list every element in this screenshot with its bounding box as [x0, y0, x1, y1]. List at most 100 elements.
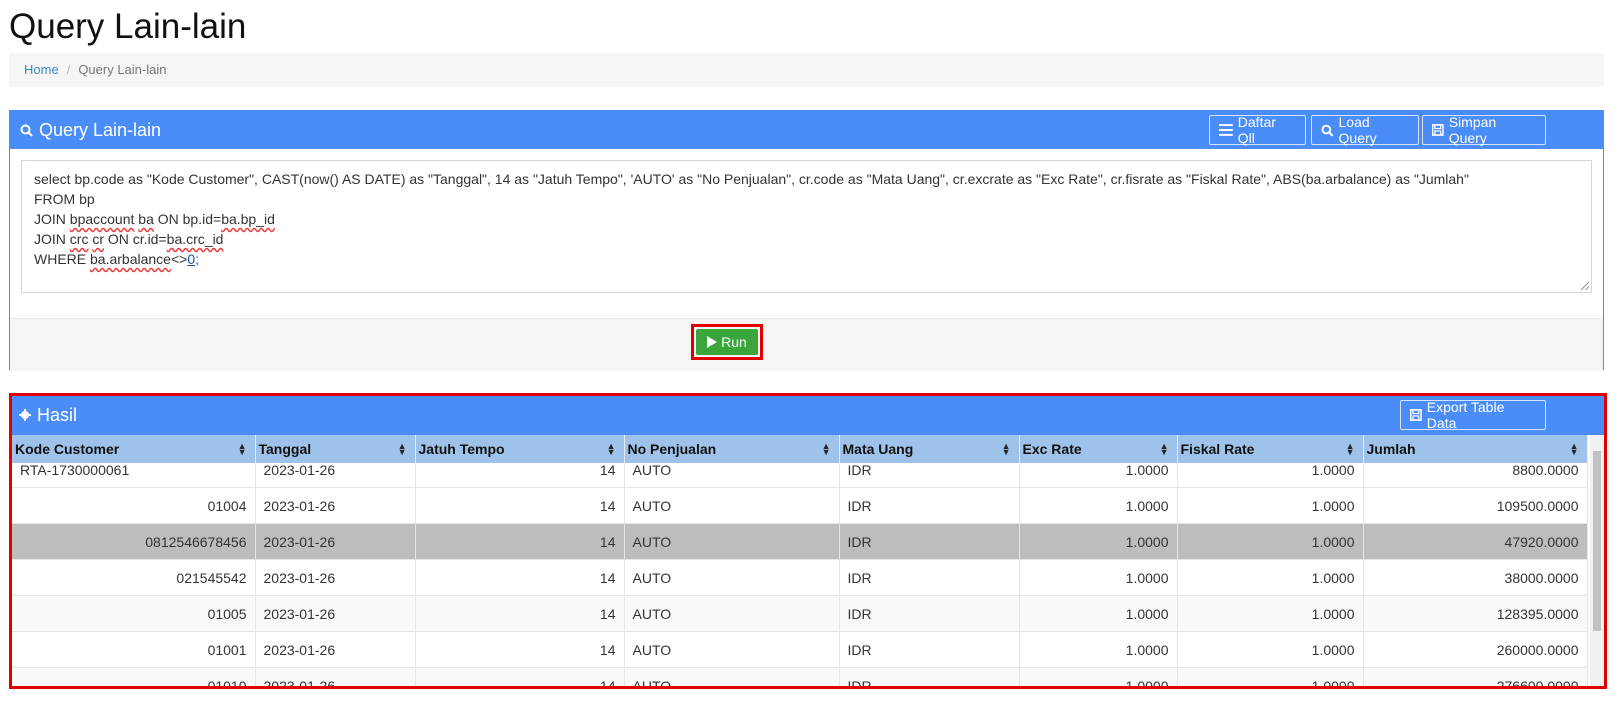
table-cell: AUTO — [624, 667, 840, 686]
table-cell: 1.0000 — [1019, 487, 1178, 524]
table-row[interactable]: 01001 2023-01-26 14 AUTO IDR 1.0000 1.00… — [12, 631, 1588, 668]
table-row[interactable]: 01010 2023-01-26 14 AUTO IDR 1.0000 1.00… — [12, 667, 1588, 686]
column-header-label: Kode Customer — [15, 441, 120, 457]
table-cell: 01010 — [12, 667, 256, 686]
table-cell: 128395.0000 — [1363, 595, 1588, 632]
table-row[interactable]: 01004 2023-01-26 14 AUTO IDR 1.0000 1.00… — [12, 487, 1588, 524]
daftar-qll-label: Daftar Qll — [1237, 114, 1276, 146]
run-button[interactable]: Run — [696, 329, 758, 355]
table-cell: 14 — [415, 523, 625, 560]
sort-icon: ▲ ▼ — [1345, 441, 1355, 457]
scrollbar-thumb[interactable] — [1593, 451, 1601, 631]
sql-token: crc — [69, 231, 89, 247]
query-panel: Query Lain-lain Daftar Qll Load Query Si… — [9, 110, 1604, 371]
play-icon — [707, 336, 718, 348]
table-cell: 14 — [415, 463, 625, 488]
breadcrumb: Home / Query Lain-lain — [9, 53, 1604, 87]
run-label: Run — [721, 334, 747, 350]
column-header-label: Mata Uang — [842, 441, 914, 457]
result-panel: Hasil Export Table Data Kode Customer ▲ ▼ … — [12, 396, 1604, 686]
table-cell: AUTO — [624, 487, 840, 524]
table-cell: 01004 — [12, 487, 256, 524]
column-header-jatuh-tempo[interactable]: Jatuh Tempo ▲ ▼ — [415, 435, 625, 463]
sql-token: ba.bp_id — [221, 211, 275, 227]
query-panel-footer: Run — [10, 318, 1603, 371]
table-cell: 8800.0000 — [1363, 463, 1588, 488]
table-cell: 38000.0000 — [1363, 559, 1588, 596]
column-header-jumlah[interactable]: Jumlah ▲ ▼ — [1363, 435, 1588, 463]
sql-token: bpaccount — [69, 211, 135, 227]
table-cell: IDR — [839, 523, 1020, 560]
breadcrumb-home-link[interactable]: Home — [24, 62, 59, 77]
save-icon — [1432, 124, 1444, 136]
query-panel-title: Query Lain-lain — [20, 111, 161, 149]
table-cell: 14 — [415, 559, 625, 596]
load-query-button[interactable]: Load Query — [1311, 114, 1419, 146]
sql-line: FROM bp — [34, 191, 95, 207]
sql-token: cr — [92, 231, 105, 247]
list-icon — [1219, 124, 1233, 136]
table-cell: 1.0000 — [1177, 487, 1364, 524]
table-cell: 14 — [415, 667, 625, 686]
daftar-qll-button[interactable]: Daftar Qll — [1209, 114, 1306, 146]
sql-query-textarea[interactable]: select bp.code as "Kode Customer", CAST(… — [21, 160, 1592, 293]
table-cell: 2023-01-26 — [255, 463, 416, 488]
gear-icon — [19, 409, 31, 421]
table-cell: 109500.0000 — [1363, 487, 1588, 524]
sql-line: select bp.code as "Kode Customer", CAST(… — [34, 171, 1469, 187]
save-icon — [1410, 409, 1422, 421]
sort-icon: ▲ ▼ — [237, 441, 247, 457]
column-header-mata-uang[interactable]: Mata Uang ▲ ▼ — [839, 435, 1020, 463]
export-table-data-button[interactable]: Export Table Data — [1400, 399, 1546, 431]
table-cell: 01001 — [12, 631, 256, 668]
simpan-query-label: Simpan Query — [1448, 114, 1497, 146]
table-row[interactable]: 01005 2023-01-26 14 AUTO IDR 1.0000 1.00… — [12, 595, 1588, 632]
column-header-label: Exc Rate — [1022, 441, 1082, 457]
column-header-label: Jumlah — [1366, 441, 1416, 457]
table-cell: 14 — [415, 487, 625, 524]
table-cell: 14 — [415, 631, 625, 668]
table-cell: 1.0000 — [1019, 595, 1178, 632]
result-panel-header: Hasil Export Table Data — [12, 396, 1604, 435]
table-scrollbar[interactable] — [1590, 435, 1604, 686]
table-cell: 1.0000 — [1177, 523, 1364, 560]
table-cell: AUTO — [624, 559, 840, 596]
table-cell: 2023-01-26 — [255, 631, 416, 668]
column-header-kode-customer[interactable]: Kode Customer ▲ ▼ — [12, 435, 256, 463]
table-cell: IDR — [839, 463, 1020, 488]
table-cell: AUTO — [624, 631, 840, 668]
table-row[interactable]: RTA-1730000061 2023-01-26 14 AUTO IDR 1.… — [12, 463, 1588, 488]
table-cell: 2023-01-26 — [255, 523, 416, 560]
search-icon — [1321, 124, 1334, 137]
table-cell: AUTO — [624, 523, 840, 560]
table-cell: IDR — [839, 631, 1020, 668]
table-cell: AUTO — [624, 595, 840, 632]
table-cell: 2023-01-26 — [255, 595, 416, 632]
export-table-data-label: Export Table Data — [1426, 399, 1505, 431]
table-cell: 1.0000 — [1019, 667, 1178, 686]
column-header-exc-rate[interactable]: Exc Rate ▲ ▼ — [1019, 435, 1178, 463]
sql-token: ba — [138, 211, 154, 227]
table-row[interactable]: 021545542 2023-01-26 14 AUTO IDR 1.0000 … — [12, 559, 1588, 596]
column-header-label: Tanggal — [258, 441, 312, 457]
column-header-label: Fiskal Rate — [1180, 441, 1255, 457]
resize-handle[interactable] — [1580, 281, 1589, 290]
run-button-highlight: Run — [691, 324, 763, 360]
simpan-query-button[interactable]: Simpan Query — [1422, 114, 1546, 146]
table-cell: 021545542 — [12, 559, 256, 596]
table-cell: 14 — [415, 595, 625, 632]
column-header-tanggal[interactable]: Tanggal ▲ ▼ — [255, 435, 416, 463]
table-cell: 1.0000 — [1177, 559, 1364, 596]
table-cell: 1.0000 — [1177, 667, 1364, 686]
table-row-selected[interactable]: 0812546678456 2023-01-26 14 AUTO IDR 1.0… — [12, 523, 1588, 560]
table-cell: IDR — [839, 559, 1020, 596]
table-cell: 1.0000 — [1019, 523, 1178, 560]
column-header-no-penjualan[interactable]: No Penjualan ▲ ▼ — [624, 435, 840, 463]
column-header-fiskal-rate[interactable]: Fiskal Rate ▲ ▼ — [1177, 435, 1364, 463]
sort-icon: ▲ ▼ — [1569, 441, 1579, 457]
table-cell: 2023-01-26 — [255, 559, 416, 596]
table-cell: IDR — [839, 487, 1020, 524]
table-cell: 2023-01-26 — [255, 667, 416, 686]
column-header-label: Jatuh Tempo — [418, 441, 505, 457]
table-cell: 1.0000 — [1177, 631, 1364, 668]
